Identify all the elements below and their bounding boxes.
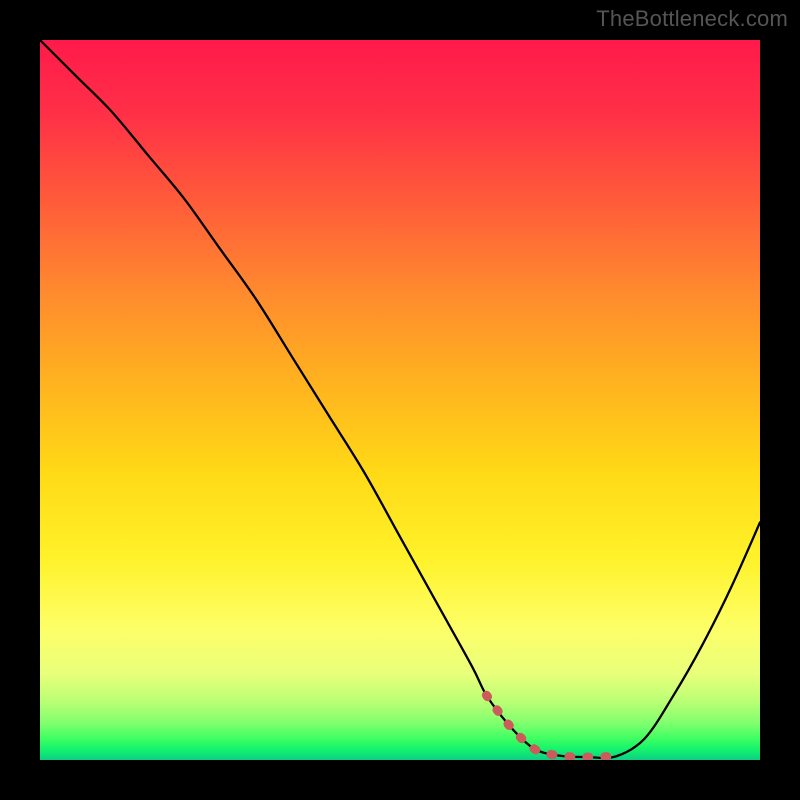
bottleneck-curve [40, 40, 760, 758]
optimal-range-marker [486, 695, 616, 757]
chart-frame: TheBottleneck.com [0, 0, 800, 800]
plot-area [40, 40, 760, 760]
curve-svg [40, 40, 760, 760]
attribution-text: TheBottleneck.com [596, 6, 788, 32]
